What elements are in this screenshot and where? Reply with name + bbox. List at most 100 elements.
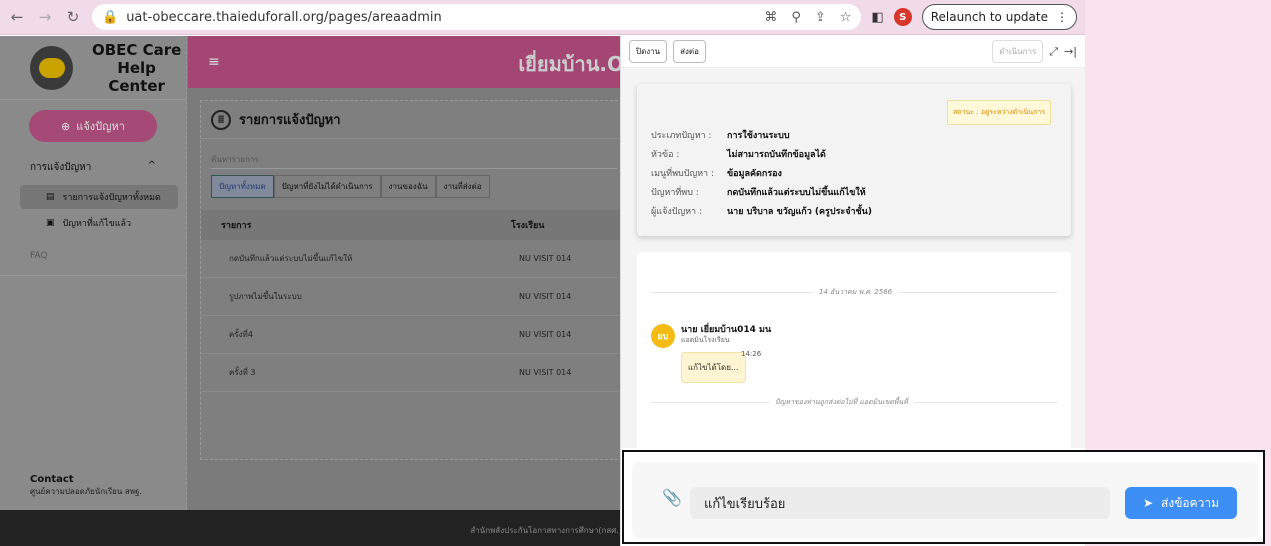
message-time: 14:26 bbox=[741, 350, 762, 358]
info-row: เมนูที่พบปัญหา : ข้อมูลคัดกรอง bbox=[651, 166, 782, 180]
avatar: ยบ bbox=[651, 324, 675, 348]
row-item: ครั้งที่ 3 bbox=[229, 368, 256, 377]
footer-text: สำนักพลังประกันโอกาสทางการศึกษา(กสศ.) bbox=[470, 526, 622, 535]
logo-icon bbox=[30, 45, 74, 90]
chevron-up-icon: ^ bbox=[147, 160, 156, 171]
logo-line2: Help Center bbox=[108, 58, 165, 95]
info-key: ประเภทปัญหา : bbox=[651, 131, 712, 141]
sidebar-item-label: รายการแจ้งปัญหาทั้งหมด bbox=[62, 193, 161, 203]
url-text: uat-obeccare.thaieduforall.org/pages/are… bbox=[126, 9, 442, 25]
sidebar-item-all-reports[interactable]: ▤ รายการแจ้งปัญหาทั้งหมด bbox=[20, 185, 178, 209]
expand-icon[interactable]: ⤢ bbox=[1049, 45, 1058, 59]
report-problem-label: แจ้งปัญหา bbox=[76, 120, 125, 133]
logo-line1: OBEC Care bbox=[91, 40, 182, 59]
info-value: ข้อมูลคัดกรอง bbox=[727, 169, 782, 179]
info-value: นาย บริบาล ขวัญแก้ว (ครูประจำชั้น) bbox=[727, 207, 872, 217]
send-message-button[interactable]: ➤ ส่งข้อความ bbox=[1125, 487, 1237, 519]
share-icon[interactable]: ⇪ bbox=[815, 10, 826, 25]
message-composer: 📎 ➤ ส่งข้อความ bbox=[622, 450, 1265, 544]
tab-forwarded[interactable]: งานที่ส่งต่อ bbox=[435, 175, 490, 198]
info-row: หัวข้อ : ไม่สามารถบันทึกข้อมูลได้ bbox=[651, 147, 826, 161]
address-bar[interactable]: 🔒 uat-obeccare.thaieduforall.org/pages/a… bbox=[92, 4, 862, 30]
message-bubble: แก้ไขได้โดย... bbox=[681, 352, 746, 383]
search-input[interactable]: ค้นหารายการ bbox=[211, 149, 617, 169]
sender-name: นาย เยี่ยมบ้าน014 มน bbox=[681, 325, 772, 335]
contact-subtitle: ศูนย์ความปลอดภัยนักเรียน สพฐ. bbox=[30, 487, 142, 496]
row-item: กดบันทึกแล้วแต่ระบบไม่ขึ้นแก้ไขให้ bbox=[229, 254, 353, 263]
lock-icon: 🔒 bbox=[102, 9, 119, 25]
send-icon: ➤ bbox=[1142, 496, 1154, 510]
plus-circle-icon: ⊕ bbox=[61, 119, 71, 133]
panel-body: สถานะ : อยู่ระหว่างดำเนินการ ประเภทปัญหา… bbox=[621, 68, 1085, 452]
sidebar-item-resolved[interactable]: ▣ ปัญหาที่แก้ไขแล้ว bbox=[20, 211, 178, 235]
chat-date: 14 ธันวาคม พ.ศ. 2566 bbox=[813, 287, 899, 298]
table-header: รายการ โรงเรียน bbox=[201, 210, 627, 240]
logo[interactable]: OBEC Care Help Center bbox=[0, 36, 186, 100]
info-row: ปัญหาที่พบ : กดบันทึกแล้วแต่ระบบไม่ขึ้นแก… bbox=[651, 185, 866, 199]
sender-role: แอดมินโรงเรียน bbox=[681, 336, 730, 344]
info-key: เมนูที่พบปัญหา : bbox=[651, 169, 714, 179]
sidebar-item-label: ปัญหาที่แก้ไขแล้ว bbox=[62, 219, 132, 229]
star-icon[interactable]: ☆ bbox=[840, 10, 852, 25]
panel-header: ปิดงาน ส่งต่อ ดำเนินการ ⤢ →| bbox=[621, 36, 1085, 68]
status-badge: สถานะ : อยู่ระหว่างดำเนินการ bbox=[947, 100, 1051, 125]
row-item: รูปภาพไม่ขึ้นในระบบ bbox=[229, 292, 302, 301]
sidepanel-icon[interactable]: ◧ bbox=[871, 10, 883, 25]
top-header: ≡ เยี่ยมบ้าน.O bbox=[188, 36, 628, 88]
list-title: รายการแจ้งปัญหา bbox=[239, 113, 341, 128]
list-icon: ≣ bbox=[211, 109, 231, 130]
column-header-school[interactable]: โรงเรียน bbox=[511, 218, 544, 232]
sidebar: OBEC Care Help Center ⊕ แจ้งปัญหา การแจ้งป… bbox=[0, 36, 187, 510]
table-row[interactable]: ครั้งที่4 NU VISIT 014 bbox=[201, 316, 627, 354]
table-row[interactable]: รูปภาพไม่ขึ้นในระบบ NU VISIT 014 bbox=[201, 278, 627, 316]
relaunch-label: Relaunch to update bbox=[930, 10, 1048, 24]
tab-pending[interactable]: ปัญหาที่ยังไม่ได้ดำเนินการ bbox=[273, 175, 381, 198]
table-row[interactable]: กดบันทึกแล้วแต่ระบบไม่ขึ้นแก้ไขให้ NU VIS… bbox=[201, 240, 627, 278]
action-button[interactable]: ดำเนินการ bbox=[992, 40, 1044, 63]
translate-icon[interactable]: ⌘ bbox=[764, 10, 777, 25]
info-value: การใช้งานระบบ bbox=[727, 131, 790, 141]
clipboard-icon: ▣ bbox=[46, 218, 55, 228]
chat-thread: 14 ธันวาคม พ.ศ. 2566 ยบ นาย เยี่ยมบ้าน01… bbox=[637, 252, 1071, 452]
menu-icon[interactable]: ≡ bbox=[208, 54, 220, 70]
sidebar-section-label: การแจ้งปัญหา bbox=[30, 162, 92, 173]
forward-notice: ปัญหาของท่านถูกส่งต่อไปที่ แอดมินเขตพื้น… bbox=[769, 397, 914, 408]
relaunch-button[interactable]: Relaunch to update ⋮ bbox=[921, 4, 1077, 30]
table-row[interactable]: ครั้งที่ 3 NU VISIT 014 bbox=[201, 354, 627, 392]
forward-icon[interactable]: → bbox=[36, 8, 54, 26]
forward-button[interactable]: ส่งต่อ bbox=[673, 40, 706, 63]
sidebar-section-report[interactable]: การแจ้งปัญหา ^ bbox=[0, 152, 186, 183]
row-item: ครั้งที่4 bbox=[229, 330, 253, 339]
composer-inner: 📎 ➤ ส่งข้อความ bbox=[632, 462, 1258, 538]
list-title-row: ≣ รายการแจ้งปัญหา bbox=[201, 101, 627, 139]
reload-icon[interactable]: ↻ bbox=[64, 8, 82, 26]
browser-toolbar: ← → ↻ 🔒 uat-obeccare.thaieduforall.org/p… bbox=[0, 0, 1085, 35]
info-row: ผู้แจ้งปัญหา : นาย บริบาล ขวัญแก้ว (ครูปร… bbox=[651, 204, 872, 218]
profile-avatar[interactable]: S bbox=[893, 8, 912, 26]
zoom-icon[interactable]: ⚲ bbox=[791, 10, 801, 25]
paperclip-icon[interactable]: 📎 bbox=[662, 488, 682, 507]
info-value: ไม่สามารถบันทึกข้อมูลได้ bbox=[727, 150, 826, 160]
send-label: ส่งข้อความ bbox=[1161, 495, 1220, 510]
info-value: กดบันทึกแล้วแต่ระบบไม่ขึ้นแก้ไขให้ bbox=[727, 188, 866, 198]
tab-all[interactable]: ปัญหาทั้งหมด bbox=[211, 175, 274, 198]
info-key: ปัญหาที่พบ : bbox=[651, 188, 699, 198]
more-icon: ⋮ bbox=[1056, 10, 1068, 24]
row-school: NU VISIT 014 bbox=[519, 254, 572, 263]
report-list-card: ≣ รายการแจ้งปัญหา ค้นหารายการ ปัญหาทั้งหม… bbox=[200, 100, 628, 460]
message-input[interactable] bbox=[690, 487, 1110, 519]
page-footer: สำนักพลังประกันโอกาสทางการศึกษา(กสศ.) bbox=[0, 510, 628, 546]
row-school: NU VISIT 014 bbox=[519, 368, 572, 377]
column-header-item[interactable]: รายการ bbox=[221, 218, 511, 232]
info-key: ผู้แจ้งปัญหา : bbox=[651, 207, 703, 217]
row-school: NU VISIT 014 bbox=[519, 292, 572, 301]
document-icon: ▤ bbox=[46, 192, 55, 202]
issue-info-card: สถานะ : อยู่ระหว่างดำเนินการ ประเภทปัญหา… bbox=[637, 84, 1071, 236]
back-icon[interactable]: ← bbox=[8, 8, 26, 26]
close-job-button[interactable]: ปิดงาน bbox=[629, 40, 668, 63]
report-problem-button[interactable]: ⊕ แจ้งปัญหา bbox=[29, 110, 157, 142]
row-school: NU VISIT 014 bbox=[519, 330, 572, 339]
collapse-panel-icon[interactable]: →| bbox=[1064, 45, 1077, 58]
sidebar-item-faq[interactable]: FAQ bbox=[0, 237, 186, 276]
tab-my-work[interactable]: งานของฉัน bbox=[380, 175, 436, 198]
